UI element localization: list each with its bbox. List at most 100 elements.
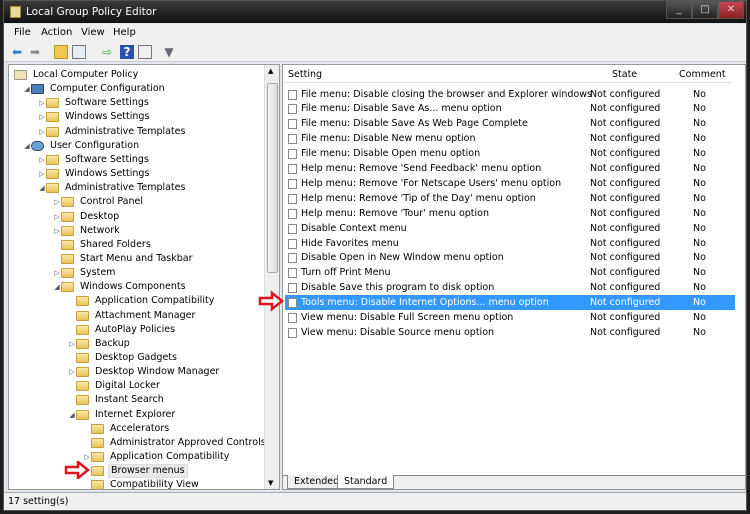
- tab-standard[interactable]: Standard: [337, 475, 395, 489]
- tree-item[interactable]: ▷ Software Settings: [9, 153, 264, 167]
- table-row[interactable]: Help menu: Remove 'For Netscape Users' m…: [285, 176, 735, 191]
- maximize-button[interactable]: □: [692, 1, 718, 19]
- table-row[interactable]: File menu: Disable Save As Web Page Comp…: [285, 116, 735, 131]
- table-row[interactable]: Disable Save this program to disk option…: [285, 280, 735, 295]
- app-icon: [10, 6, 21, 18]
- tree-item[interactable]: Compatibility View: [9, 478, 264, 490]
- setting-comment: No: [693, 282, 706, 294]
- folder-icon: [46, 98, 59, 109]
- tree-item[interactable]: ▷ Application Compatibility: [9, 450, 264, 464]
- table-row[interactable]: File menu: Disable Open menu option Not c…: [285, 146, 735, 161]
- tree-item[interactable]: AutoPlay Policies: [9, 323, 264, 337]
- table-row[interactable]: View menu: Disable Source menu option Not…: [285, 325, 735, 340]
- setting-name: Help menu: Remove 'Tip of the Day' menu …: [301, 192, 536, 204]
- folder-icon: [61, 282, 74, 293]
- tree-item[interactable]: ◢ Computer Configuration: [9, 82, 264, 96]
- tree-item-label: Network: [80, 224, 120, 236]
- menu-view[interactable]: View: [81, 27, 105, 38]
- table-row[interactable]: File menu: Disable closing the browser a…: [285, 87, 735, 102]
- export-list-icon[interactable]: ⇨: [100, 45, 114, 59]
- policy-setting-icon: [288, 268, 297, 279]
- tree-item[interactable]: Administrator Approved Controls: [9, 436, 266, 450]
- table-row[interactable]: File menu: Disable Save As... menu optio…: [285, 101, 735, 116]
- setting-state: Not configured: [590, 192, 661, 204]
- menu-action[interactable]: Action: [41, 27, 72, 38]
- close-button[interactable]: ✕: [718, 1, 744, 19]
- tree-item-label: Windows Components: [80, 281, 186, 293]
- column-setting[interactable]: Setting: [288, 69, 322, 80]
- tree-item[interactable]: Instant Search: [9, 393, 264, 407]
- tree-item[interactable]: ▷ Backup: [9, 337, 264, 351]
- table-row[interactable]: Help menu: Remove 'Tour' menu option Not …: [285, 206, 735, 221]
- table-row[interactable]: Turn off Print Menu Not configured No: [285, 265, 735, 280]
- column-state[interactable]: State: [612, 69, 637, 80]
- scroll-down-icon[interactable]: ▼: [268, 479, 273, 487]
- table-row[interactable]: Disable Open in New Window menu option No…: [285, 250, 735, 265]
- setting-comment: No: [693, 192, 706, 204]
- tree-item[interactable]: Attachment Manager: [9, 309, 264, 323]
- tree-item[interactable]: Browser menus: [9, 464, 264, 479]
- folder-icon: [76, 353, 89, 363]
- minimize-button[interactable]: _: [666, 1, 692, 19]
- table-row[interactable]: Disable Context menu Not configured No: [285, 221, 735, 236]
- tree-item-label: Compatibility View: [110, 479, 199, 490]
- table-row[interactable]: View menu: Disable Full Screen menu opti…: [285, 310, 735, 325]
- table-row[interactable]: File menu: Disable New menu option Not co…: [285, 131, 735, 146]
- help-icon[interactable]: ?: [120, 45, 134, 59]
- tree-item[interactable]: Desktop Gadgets: [9, 351, 264, 365]
- menu-help[interactable]: Help: [113, 27, 136, 38]
- policy-setting-icon: [288, 104, 297, 115]
- up-folder-icon[interactable]: [54, 45, 68, 59]
- table-row[interactable]: Hide Favorites menu Not configured No: [285, 236, 735, 251]
- tree-item[interactable]: Shared Folders: [9, 238, 264, 252]
- user-icon: [31, 140, 44, 151]
- tree-item[interactable]: Accelerators: [9, 422, 264, 436]
- tree-item[interactable]: Local Computer Policy: [9, 68, 264, 82]
- tree-item-label: Desktop Gadgets: [95, 352, 177, 363]
- tree-item-label: Windows Settings: [65, 168, 150, 180]
- table-row[interactable]: Tools menu: Disable Internet Options... …: [285, 295, 735, 311]
- column-comment[interactable]: Comment: [679, 69, 726, 80]
- red-marker-arrow-icon: [258, 290, 285, 312]
- back-icon[interactable]: ⬅: [10, 45, 24, 59]
- table-row[interactable]: Help menu: Remove 'Send Feedback' menu o…: [285, 161, 735, 176]
- menu-file[interactable]: File: [14, 27, 31, 38]
- show-hide-tree-icon[interactable]: [72, 45, 86, 59]
- tree-item-label: Accelerators: [110, 422, 170, 434]
- properties-icon[interactable]: [138, 45, 152, 59]
- tree-item[interactable]: ▷ Control Panel: [9, 195, 264, 209]
- tree-item[interactable]: ◢ Windows Components: [9, 280, 264, 294]
- policy-setting-icon: [288, 298, 297, 309]
- tree-item[interactable]: ▷ Desktop Window Manager: [9, 365, 264, 379]
- tree-scrollbar[interactable]: ▲ ▼: [264, 65, 279, 489]
- folder-icon: [46, 154, 59, 165]
- table-row[interactable]: Help menu: Remove 'Tip of the Day' menu …: [285, 191, 735, 206]
- tree-item[interactable]: ▷ Administrative Templates: [9, 125, 264, 139]
- forward-icon[interactable]: ➡: [28, 45, 42, 59]
- tree-item[interactable]: ◢ Administrative Templates: [9, 181, 264, 195]
- tree-item[interactable]: Start Menu and Taskbar: [9, 252, 264, 266]
- tree-item[interactable]: Digital Locker: [9, 379, 264, 393]
- setting-name: Turn off Print Menu: [301, 267, 391, 279]
- setting-name: File menu: Disable Save As... menu optio…: [301, 103, 502, 115]
- setting-state: Not configured: [590, 148, 661, 160]
- tree-item[interactable]: ▷ System: [9, 266, 264, 280]
- tree-item[interactable]: Application Compatibility: [9, 294, 264, 308]
- tree-item[interactable]: ▷ Software Settings: [9, 96, 264, 110]
- tree-item[interactable]: ▷ Desktop: [9, 210, 264, 224]
- tree-item-label: Browser menus: [108, 464, 188, 479]
- folder-icon: [61, 225, 74, 236]
- tree-item-label: Local Computer Policy: [33, 69, 139, 80]
- tree-item[interactable]: ▷ Windows Settings: [9, 110, 264, 124]
- scroll-up-icon[interactable]: ▲: [268, 67, 273, 75]
- tree-item[interactable]: ▷ Windows Settings: [9, 167, 264, 181]
- tree-item[interactable]: ◢ Internet Explorer: [9, 408, 264, 422]
- tree-item[interactable]: ▷ Network: [9, 224, 264, 238]
- tree-item[interactable]: ◢ User Configuration: [9, 139, 264, 153]
- setting-name: Help menu: Remove 'Tour' menu option: [301, 207, 489, 219]
- filter-icon[interactable]: ▼: [162, 45, 176, 59]
- tree-item-label: Instant Search: [95, 394, 164, 406]
- folder-icon: [76, 367, 89, 378]
- setting-state: Not configured: [590, 103, 661, 115]
- scroll-thumb[interactable]: [267, 83, 278, 273]
